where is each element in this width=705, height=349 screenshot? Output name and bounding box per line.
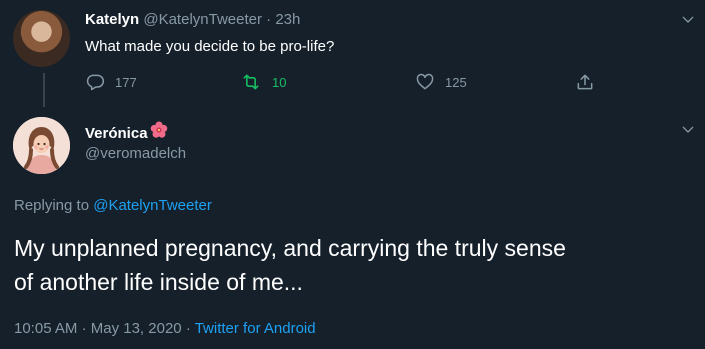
parent-timestamp[interactable]: 23h bbox=[275, 11, 300, 28]
parent-tweet-header: Katelyn @KatelynTweeter · 23h bbox=[85, 9, 300, 31]
share-icon bbox=[575, 72, 595, 92]
reply-count: 177 bbox=[115, 74, 137, 90]
parent-author-name[interactable]: Katelyn bbox=[85, 11, 139, 28]
reply-button[interactable]: 177 bbox=[85, 69, 137, 95]
reply-tweet-meta: 10:05 AM · May 13, 2020 · Twitter for An… bbox=[14, 318, 316, 340]
parent-separator: · bbox=[266, 11, 272, 28]
parent-tweet-actions: 177 10 125 bbox=[85, 69, 605, 95]
reply-date[interactable]: May 13, 2020 bbox=[91, 320, 182, 337]
reply-author-handle[interactable]: @veromadelch bbox=[85, 143, 186, 165]
like-button[interactable]: 125 bbox=[415, 69, 467, 95]
reply-source-link[interactable]: Twitter for Android bbox=[195, 320, 316, 337]
chevron-down-icon[interactable] bbox=[680, 12, 696, 28]
reply-tweet-text: My unplanned pregnancy, and carrying the… bbox=[14, 231, 694, 299]
retweet-icon bbox=[240, 72, 262, 92]
reply-author-name[interactable]: Verónica bbox=[85, 123, 148, 145]
parent-tweet-text: What made you decide to be pro-life? bbox=[85, 38, 335, 55]
reply-text-line-2: of another life inside of me... bbox=[14, 269, 303, 295]
avatar-katelyn[interactable] bbox=[13, 10, 70, 67]
meta-separator-2: · bbox=[185, 320, 191, 337]
replying-to-link[interactable]: @KatelynTweeter bbox=[93, 197, 212, 214]
parent-author-handle[interactable]: @KatelynTweeter bbox=[143, 11, 262, 28]
reply-icon bbox=[85, 72, 105, 92]
heart-icon bbox=[415, 72, 435, 92]
reply-time[interactable]: 10:05 AM bbox=[14, 320, 77, 337]
replying-to-label: Replying to bbox=[14, 197, 90, 214]
avatar-veronica[interactable] bbox=[13, 117, 70, 174]
like-count: 125 bbox=[445, 74, 467, 90]
reply-text-line-1: My unplanned pregnancy, and carrying the… bbox=[14, 235, 566, 261]
retweet-button[interactable]: 10 bbox=[240, 69, 286, 95]
chevron-down-icon[interactable] bbox=[680, 122, 696, 138]
meta-separator-1: · bbox=[81, 320, 87, 337]
thread-connector-line bbox=[43, 73, 45, 107]
share-button[interactable] bbox=[575, 69, 595, 95]
retweet-count: 10 bbox=[272, 74, 287, 90]
replying-to-line: Replying to @KatelynTweeter bbox=[14, 195, 212, 217]
tweet-thread: Katelyn @KatelynTweeter · 23h What made … bbox=[0, 0, 705, 349]
